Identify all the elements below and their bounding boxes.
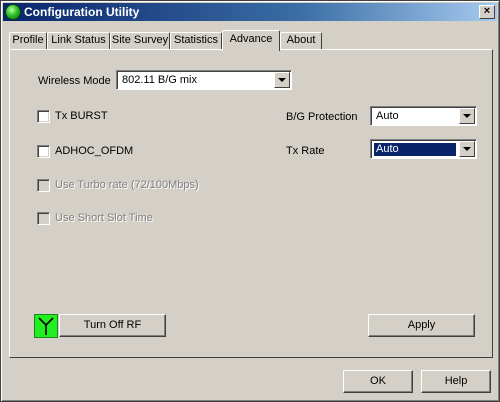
tx-burst-checkbox[interactable]: [37, 110, 50, 123]
turbo-rate-label: Use Turbo rate (72/100Mbps): [55, 179, 199, 191]
tab-profile[interactable]: Profile: [9, 32, 47, 49]
help-button[interactable]: Help: [421, 370, 491, 393]
tab-statistics[interactable]: Statistics: [170, 32, 222, 49]
apply-button[interactable]: Apply: [368, 314, 475, 337]
wireless-mode-value: 802.11 B/G mix: [122, 74, 197, 86]
green-orb-icon: [6, 5, 20, 19]
turn-off-rf-button[interactable]: Turn Off RF: [59, 314, 166, 337]
short-slot-checkbox: [37, 212, 50, 225]
adhoc-ofdm-checkbox[interactable]: [37, 145, 50, 158]
wireless-mode-label: Wireless Mode: [38, 75, 111, 87]
ok-button[interactable]: OK: [343, 370, 413, 393]
wireless-mode-select[interactable]: 802.11 B/G mix: [116, 70, 292, 90]
tab-link-status[interactable]: Link Status: [47, 32, 110, 49]
bg-protection-select[interactable]: Auto: [370, 106, 477, 126]
short-slot-label: Use Short Slot Time: [55, 212, 153, 224]
window-title: Configuration Utility: [24, 5, 140, 19]
bg-protection-value: Auto: [376, 110, 399, 122]
tab-site-survey[interactable]: Site Survey: [110, 32, 170, 49]
turbo-rate-checkbox: [37, 179, 50, 192]
advance-panel: Wireless Mode 802.11 B/G mix Tx BURST B/…: [9, 49, 493, 358]
antenna-icon: [38, 317, 54, 335]
tx-rate-value: Auto: [373, 142, 457, 157]
tx-burst-label: Tx BURST: [55, 110, 108, 122]
bg-protection-label: B/G Protection: [286, 111, 358, 123]
close-button[interactable]: ×: [479, 5, 495, 19]
chevron-down-icon[interactable]: [274, 72, 290, 88]
chevron-down-icon[interactable]: [459, 141, 475, 157]
chevron-down-icon[interactable]: [459, 108, 475, 124]
tx-rate-label: Tx Rate: [286, 145, 325, 157]
tab-advance[interactable]: Advance: [222, 30, 280, 51]
configuration-utility-window: Configuration Utility × Profile Link Sta…: [0, 0, 500, 402]
adhoc-ofdm-label: ADHOC_OFDM: [55, 145, 134, 157]
title-bar: Configuration Utility ×: [3, 3, 497, 21]
tab-about[interactable]: About: [280, 32, 322, 49]
rf-status-indicator: [34, 314, 58, 338]
tx-rate-select[interactable]: Auto: [370, 139, 477, 159]
